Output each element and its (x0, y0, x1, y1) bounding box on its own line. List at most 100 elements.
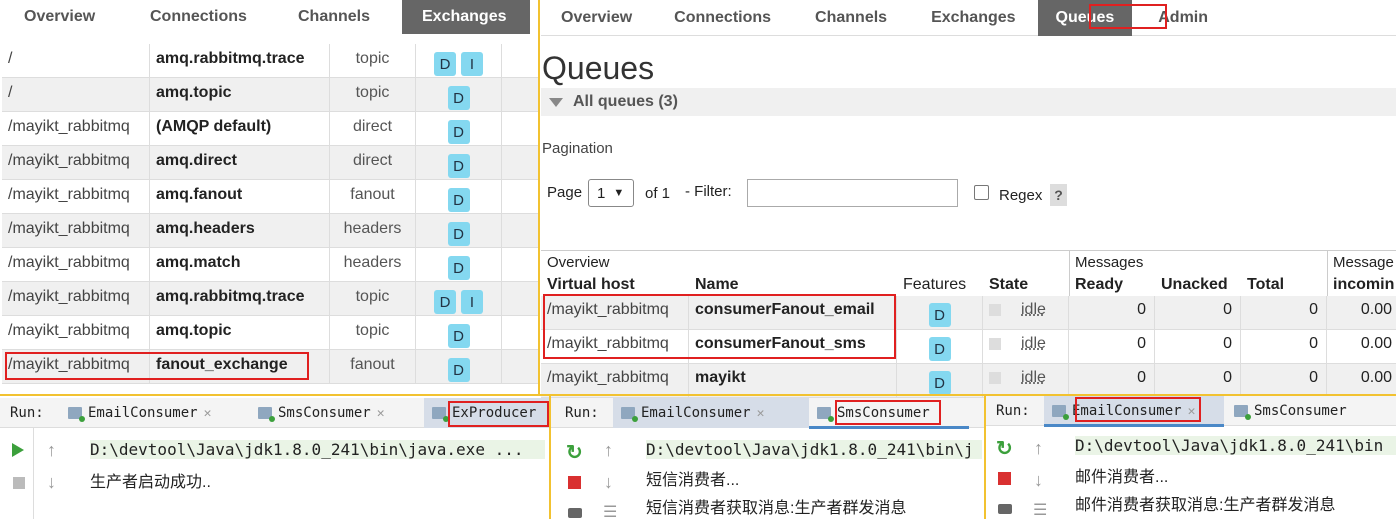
exchange-row[interactable]: /mayikt_rabbitmq amq.rabbitmq.trace topic D… (2, 282, 538, 316)
exchange-row[interactable]: /mayikt_rabbitmq amq.topic topic D (2, 316, 538, 350)
run-label: Run: (10, 405, 44, 421)
menu-icon[interactable]: ☰ (1033, 500, 1047, 520)
exchange-features: D (416, 180, 502, 213)
tab-email-consumer[interactable]: EmailConsumer ✕ (613, 398, 809, 428)
email-consumer-highlight (1075, 397, 1201, 422)
nav-overview-right[interactable]: Overview (541, 1, 652, 35)
state-indicator-icon (989, 304, 1001, 316)
col-features[interactable]: Features (903, 276, 966, 294)
col-vhost[interactable]: Virtual host (547, 276, 635, 294)
close-icon[interactable]: ✕ (204, 406, 212, 421)
exchange-features: D (416, 248, 502, 281)
exchange-name[interactable]: amq.fanout (150, 180, 330, 213)
exchange-row[interactable]: /mayikt_rabbitmq amq.headers headers D (2, 214, 538, 248)
tab-sms-consumer[interactable]: SmsConsumer ✕ (250, 398, 393, 428)
exchange-extra-cell (502, 146, 538, 179)
exchange-type: topic (330, 78, 416, 111)
exchange-type: direct (330, 146, 416, 179)
exchange-name[interactable]: amq.rabbitmq.trace (150, 282, 330, 315)
nav-exchanges-right[interactable]: Exchanges (909, 1, 1037, 35)
menu-icon[interactable]: ☰ (603, 502, 617, 522)
filter-input[interactable] (747, 179, 958, 207)
col-incoming[interactable]: incomin (1333, 276, 1394, 294)
active-tab-underline (1044, 424, 1224, 427)
regex-checkbox[interactable] (974, 185, 989, 200)
state-indicator-icon (989, 338, 1001, 350)
run-config-icon (1052, 405, 1069, 420)
console-line-2: 生产者启动成功.. (90, 474, 211, 491)
stop-icon[interactable] (998, 472, 1011, 485)
col-ready[interactable]: Ready (1075, 276, 1123, 294)
queue-row[interactable]: /mayikt_rabbitmq mayikt Didle 0 0 0 0.00 (541, 364, 1396, 398)
page-select[interactable]: 1 ▼ (588, 179, 634, 207)
up-arrow-icon[interactable]: ↑ (604, 440, 613, 461)
camera-icon[interactable] (998, 504, 1012, 514)
page-label: Page (547, 184, 583, 201)
exchange-row[interactable]: /mayikt_rabbitmq amq.direct direct D (2, 146, 538, 180)
exchange-name[interactable]: amq.topic (150, 78, 330, 111)
nav-exchanges[interactable]: Exchanges (402, 0, 530, 34)
exchange-vhost: /mayikt_rabbitmq (2, 316, 150, 349)
nav-connections-right[interactable]: Connections (652, 1, 793, 35)
exchange-name[interactable]: (AMQP default) (150, 112, 330, 145)
stop-icon[interactable] (13, 477, 25, 489)
console-line-1: D:\devtool\Java\jdk1.8.0_241\bin (1075, 436, 1396, 455)
exchange-extra-cell (502, 112, 538, 145)
up-arrow-icon[interactable]: ↑ (1034, 438, 1043, 459)
rerun-icon[interactable]: ↻ (566, 440, 583, 465)
exchange-row[interactable]: /mayikt_rabbitmq (AMQP default) direct D (2, 112, 538, 146)
queue-total: 0 (1241, 296, 1327, 329)
page-count: of 1 (645, 185, 671, 202)
exchange-extra-cell (502, 214, 538, 247)
queue-state: idle (983, 330, 1069, 363)
close-icon[interactable]: ✕ (377, 406, 385, 421)
exchange-row[interactable]: /mayikt_rabbitmq amq.fanout fanout D (2, 180, 538, 214)
exchange-name[interactable]: amq.headers (150, 214, 330, 247)
tab-email-consumer[interactable]: EmailConsumer ✕ (60, 398, 219, 428)
down-arrow-icon[interactable]: ↓ (47, 472, 56, 493)
nav-overview[interactable]: Overview (2, 0, 122, 34)
down-arrow-icon[interactable]: ↓ (604, 472, 613, 493)
exchange-type: fanout (330, 350, 416, 383)
tab-sms-consumer[interactable]: SmsConsumer (1226, 396, 1355, 426)
all-queues-label: All queues (3) (573, 93, 678, 110)
exchange-features: D (416, 112, 502, 145)
feature-badge: D (434, 290, 456, 314)
exchange-type: headers (330, 214, 416, 247)
nav-channels-right[interactable]: Channels (793, 1, 909, 35)
help-button[interactable]: ? (1050, 184, 1067, 206)
camera-icon[interactable] (568, 508, 582, 518)
col-state[interactable]: State (989, 276, 1028, 294)
exchange-features: DI (416, 282, 502, 315)
col-total[interactable]: Total (1247, 276, 1284, 294)
exchange-name[interactable]: amq.rabbitmq.trace (150, 44, 330, 77)
stop-icon[interactable] (568, 476, 581, 489)
queue-name[interactable]: mayikt (689, 364, 897, 397)
col-name[interactable]: Name (695, 276, 739, 294)
page-select-value: 1 (597, 184, 606, 202)
exchange-type: topic (330, 282, 416, 315)
exchange-row[interactable]: / amq.topic topic D (2, 78, 538, 112)
ex-producer-highlight (448, 401, 549, 427)
col-unacked[interactable]: Unacked (1161, 276, 1228, 294)
down-arrow-icon[interactable]: ↓ (1034, 470, 1043, 491)
queues-tab-highlight (1089, 4, 1167, 29)
up-arrow-icon[interactable]: ↑ (47, 440, 56, 461)
nav-connections[interactable]: Connections (122, 0, 272, 34)
exchange-name[interactable]: amq.match (150, 248, 330, 281)
chevron-down-icon: ▼ (613, 187, 625, 199)
exchange-name[interactable]: amq.topic (150, 316, 330, 349)
close-icon[interactable]: ✕ (757, 406, 765, 421)
exchange-row[interactable]: / amq.rabbitmq.trace topic D I (2, 44, 538, 78)
nav-channels[interactable]: Channels (272, 0, 402, 34)
rerun-icon[interactable]: ↻ (996, 436, 1013, 461)
exchange-row[interactable]: /mayikt_rabbitmq amq.match headers D (2, 248, 538, 282)
exchange-vhost: /mayikt_rabbitmq (2, 146, 150, 179)
exchange-name[interactable]: amq.direct (150, 146, 330, 179)
all-queues-toggle[interactable]: All queues (3) (541, 88, 1396, 116)
exchange-extra-cell (502, 78, 538, 111)
run-label: Run: (565, 405, 599, 421)
run-icon[interactable] (12, 443, 24, 457)
exchange-features: D (416, 316, 502, 349)
collapse-triangle-icon (549, 97, 563, 107)
